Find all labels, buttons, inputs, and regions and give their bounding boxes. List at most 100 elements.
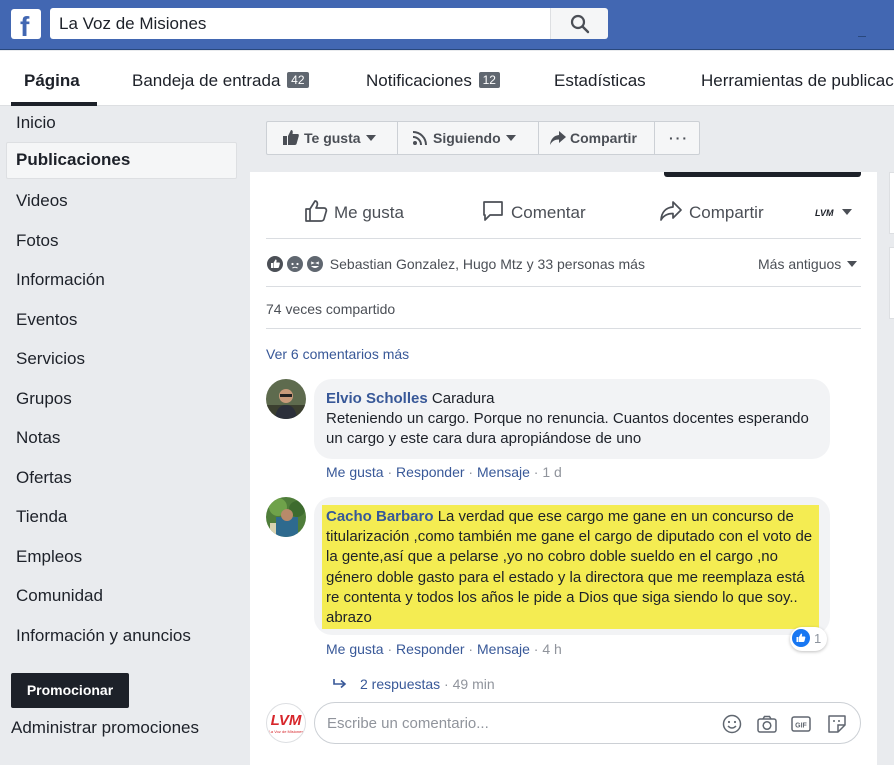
view-replies-link[interactable]: 2 respuestas · 49 min bbox=[332, 675, 495, 693]
comment-like-link[interactable]: Me gusta bbox=[326, 464, 384, 480]
share-arrow-icon bbox=[550, 131, 566, 145]
reactions-summary[interactable]: Sebastian Gonzalez, Hugo Mtz y 33 person… bbox=[266, 252, 645, 276]
sidebar-item-notes[interactable]: Notas bbox=[16, 427, 60, 449]
page-following-button[interactable]: Siguiendo bbox=[412, 122, 516, 154]
comment-timestamp[interactable]: 4 h bbox=[542, 641, 561, 657]
chevron-down-icon bbox=[847, 261, 858, 267]
comment-composer: GIF bbox=[314, 702, 861, 744]
sidebar-item-videos[interactable]: Videos bbox=[16, 190, 68, 212]
comment-timestamp[interactable]: 1 d bbox=[542, 464, 561, 480]
manage-promotions-link[interactable]: Administrar promociones bbox=[11, 718, 199, 738]
tab-inbox[interactable]: Bandeja de entrada 42 bbox=[132, 51, 309, 105]
inbox-count-badge: 42 bbox=[287, 72, 309, 88]
sidebar-item-offers[interactable]: Ofertas bbox=[16, 467, 72, 489]
reactions-text: Sebastian Gonzalez, Hugo Mtz y 33 person… bbox=[329, 256, 645, 272]
divider bbox=[266, 328, 861, 329]
rss-icon bbox=[412, 131, 427, 146]
chevron-down-icon bbox=[505, 135, 516, 141]
side-panel-edge bbox=[889, 247, 894, 319]
topbar-divider bbox=[858, 36, 866, 37]
svg-text:GIF: GIF bbox=[795, 723, 807, 730]
tab-insights[interactable]: Estadísticas bbox=[554, 51, 646, 105]
comment-input[interactable] bbox=[327, 713, 717, 733]
page-tabs-bar: Página Bandeja de entrada 42 Notificacio… bbox=[0, 51, 894, 106]
post-as-page-selector[interactable]: LVM bbox=[815, 195, 852, 231]
comment-message-link[interactable]: Mensaje bbox=[477, 464, 530, 480]
sidebar-item-community[interactable]: Comunidad bbox=[16, 585, 103, 607]
post-share-button[interactable]: Compartir bbox=[659, 195, 764, 231]
gif-icon[interactable]: GIF bbox=[790, 713, 812, 735]
sidebar-item-events[interactable]: Eventos bbox=[16, 309, 77, 331]
angry-reaction-icon bbox=[285, 255, 304, 273]
left-sidebar: Inicio Publicaciones Videos Fotos Inform… bbox=[0, 106, 250, 765]
page-like-button[interactable]: Te gusta bbox=[283, 122, 376, 154]
camera-icon[interactable] bbox=[756, 713, 778, 735]
sidebar-item-posts[interactable]: Publicaciones bbox=[6, 142, 237, 179]
tab-label: Notificaciones bbox=[366, 71, 472, 90]
shares-count-link[interactable]: 74 veces compartido bbox=[266, 300, 395, 318]
comment-text-first-line: Caradura bbox=[431, 390, 495, 407]
tab-label: Herramientas de publicación bbox=[701, 71, 894, 90]
comment-author-link[interactable]: Elvio Scholles bbox=[326, 390, 428, 407]
thumbs-up-icon bbox=[283, 130, 299, 145]
sidebar-item-home[interactable]: Inicio bbox=[16, 112, 56, 134]
commenter-avatar[interactable] bbox=[266, 497, 306, 537]
tab-label: Estadísticas bbox=[554, 71, 646, 90]
tab-publishing-tools[interactable]: Herramientas de publicación bbox=[701, 51, 894, 105]
post-like-button[interactable]: Me gusta bbox=[304, 195, 404, 231]
emoji-icon[interactable] bbox=[721, 713, 743, 735]
tab-label: Bandeja de entrada bbox=[132, 71, 281, 90]
sidebar-item-info-and-ads[interactable]: Información y anuncios bbox=[16, 625, 191, 647]
sidebar-item-photos[interactable]: Fotos bbox=[16, 230, 59, 252]
view-more-comments-link[interactable]: Ver 6 comentarios más bbox=[266, 345, 409, 363]
chevron-down-icon bbox=[841, 209, 852, 215]
divider bbox=[397, 122, 398, 154]
divider bbox=[538, 122, 539, 154]
sidebar-item-groups[interactable]: Grupos bbox=[16, 388, 72, 410]
search-input[interactable]: La Voz de Misiones bbox=[50, 8, 550, 39]
sidebar-item-jobs[interactable]: Empleos bbox=[16, 546, 82, 568]
comment-text: Reteniendo un cargo. Porque no renuncia.… bbox=[326, 410, 809, 447]
search-icon bbox=[570, 14, 590, 34]
tab-notifications[interactable]: Notificaciones 12 bbox=[366, 51, 500, 105]
promote-button[interactable]: Promocionar bbox=[11, 673, 129, 708]
post-top-edge bbox=[664, 172, 861, 177]
comment-bubble: Elvio Scholles Caradura Reteniendo un ca… bbox=[314, 379, 830, 459]
tab-page[interactable]: Página bbox=[24, 51, 80, 105]
comment-like-count[interactable]: 1 bbox=[790, 627, 828, 651]
comment-message-link[interactable]: Mensaje bbox=[477, 641, 530, 657]
comment-author-link[interactable]: Cacho Barbaro bbox=[326, 508, 434, 525]
page-avatar: LVM La Voz de Misiones bbox=[266, 703, 306, 743]
sidebar-item-services[interactable]: Servicios bbox=[16, 348, 85, 370]
sticker-icon[interactable] bbox=[826, 713, 848, 735]
search-button[interactable] bbox=[550, 8, 608, 39]
page-share-button[interactable]: Compartir bbox=[550, 122, 637, 154]
commenter-avatar[interactable] bbox=[266, 379, 306, 419]
page-mini-logo: LVM bbox=[815, 208, 834, 218]
sidebar-item-about[interactable]: Información bbox=[16, 269, 105, 291]
page-share-label: Compartir bbox=[570, 130, 637, 146]
replies-timestamp: 49 min bbox=[452, 676, 495, 692]
page-following-label: Siguiendo bbox=[433, 130, 501, 146]
comment-text: La verdad que ese cargo me gane en un co… bbox=[326, 508, 813, 627]
post-share-label: Compartir bbox=[689, 203, 764, 222]
post-comment-button[interactable]: Comentar bbox=[481, 195, 586, 231]
post-comment-label: Comentar bbox=[511, 203, 586, 222]
facebook-logo-icon[interactable]: f bbox=[11, 9, 41, 42]
chevron-down-icon bbox=[365, 135, 376, 141]
tab-label: Página bbox=[24, 71, 80, 90]
comment-sort-dropdown[interactable]: Más antiguos bbox=[758, 252, 858, 276]
comment-bubble: Cacho Barbaro La verdad que ese cargo me… bbox=[314, 497, 830, 635]
comment-like-link[interactable]: Me gusta bbox=[326, 641, 384, 657]
like-reaction-icon bbox=[266, 255, 284, 273]
more-options-button[interactable]: ··· bbox=[669, 122, 689, 154]
comment-actions: Me gusta · Responder · Mensaje · 4 h bbox=[326, 641, 562, 657]
comment-reply-link[interactable]: Responder bbox=[396, 464, 465, 480]
share-arrow-outline-icon bbox=[660, 201, 682, 221]
sidebar-item-shop[interactable]: Tienda bbox=[16, 506, 67, 528]
comment-actions: Me gusta · Responder · Mensaje · 1 d bbox=[326, 464, 562, 480]
comment-reply-link[interactable]: Responder bbox=[396, 641, 465, 657]
divider bbox=[266, 238, 861, 239]
page-avatar-logo-text: LVM bbox=[270, 712, 302, 729]
reply-arrow-icon bbox=[333, 679, 347, 689]
